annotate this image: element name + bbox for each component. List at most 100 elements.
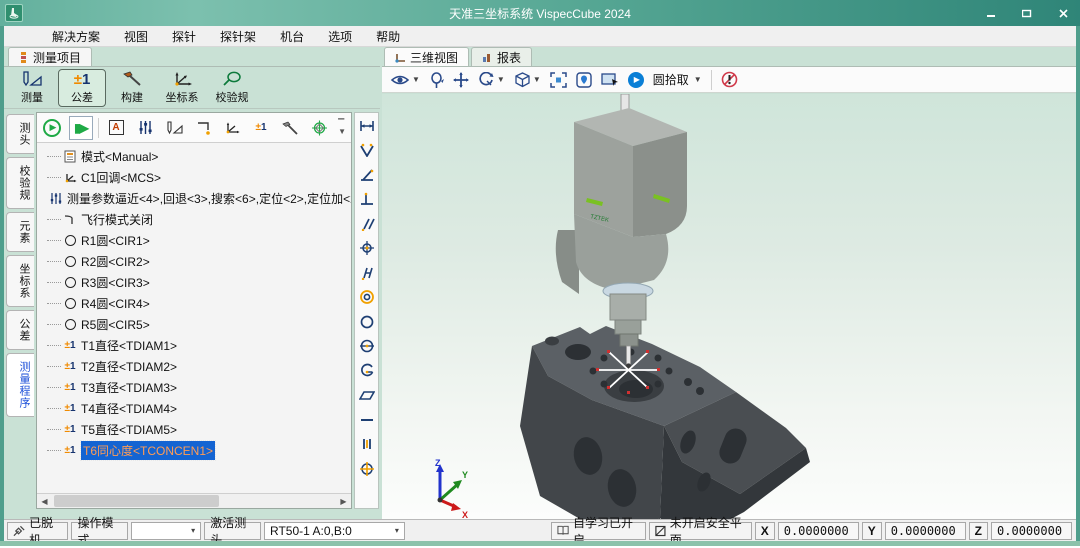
x-axis-label: X: [755, 522, 775, 540]
ribbon-tolerance-button[interactable]: ±1 公差: [58, 69, 106, 107]
tab-3d-view[interactable]: 三维视图: [384, 47, 469, 66]
ribbon-construct-button[interactable]: 构建: [108, 69, 156, 107]
locate-pin-icon[interactable]: [576, 72, 592, 88]
run-program-button[interactable]: ▶: [40, 116, 64, 140]
menu-probe[interactable]: 探针: [160, 26, 208, 47]
ribbon-coordinate-button[interactable]: 坐标系: [158, 69, 206, 107]
pan-icon[interactable]: [453, 72, 469, 88]
concentricity-icon[interactable]: [358, 289, 376, 306]
construct-feature-button[interactable]: [278, 116, 302, 140]
side-tab-coordinate[interactable]: 坐标系: [6, 255, 34, 307]
measurement-project-panel: 测量项目 测量 ±1 公差 构建: [4, 47, 380, 519]
straightness-icon[interactable]: [358, 411, 376, 428]
tree-row[interactable]: 测量参数逼近<4>,回退<3>,搜索<6>,定位<2>,定位加<2>,测: [43, 188, 351, 209]
tree-row[interactable]: R2圆<CIR2>: [43, 251, 351, 272]
window-select-icon[interactable]: [601, 72, 619, 87]
coordinate-feature-button[interactable]: [220, 116, 244, 140]
measure-tool-button[interactable]: [162, 116, 186, 140]
position-icon[interactable]: [358, 240, 376, 257]
window-title: 天准三坐标系统 VispecCube 2024: [0, 5, 1080, 22]
side-tab-program[interactable]: 测量程序: [6, 353, 34, 417]
no-safety-plane-icon: [655, 525, 666, 537]
menu-machine[interactable]: 机台: [268, 26, 316, 47]
fly-icon: [62, 212, 78, 228]
menu-help[interactable]: 帮助: [364, 26, 412, 47]
side-tab-strip: 测头 校验规 元素 坐标系 公差 测量程序: [6, 114, 34, 417]
horizontal-scrollbar[interactable]: ◀ ▶: [37, 493, 351, 508]
project-icon: [19, 52, 29, 63]
tree-row[interactable]: C1回调<MCS>: [43, 167, 351, 188]
triad-y-label: Y: [462, 470, 468, 480]
tolerance-feature-button[interactable]: ±1: [249, 116, 273, 140]
op-mode-select[interactable]: ▾: [131, 522, 201, 540]
step-run-button[interactable]: ▮▶: [69, 116, 93, 140]
y-axis-label: Y: [862, 522, 882, 540]
tree-row[interactable]: ±1T1直径<TDIAM1>: [43, 335, 351, 356]
tab-report[interactable]: 报表: [471, 47, 532, 66]
active-probe-select[interactable]: RT50-1 A:0,B:0▾: [264, 522, 405, 540]
tree-row[interactable]: ±1T3直径<TDIAM3>: [43, 377, 351, 398]
side-tab-gauge[interactable]: 校验规: [6, 157, 34, 209]
tree-row[interactable]: 飞行模式关闭: [43, 209, 351, 230]
menu-options[interactable]: 选项: [316, 26, 364, 47]
true-position-icon[interactable]: [358, 460, 376, 477]
target-align-button[interactable]: [307, 116, 331, 140]
tree-row[interactable]: R1圆<CIR1>: [43, 230, 351, 251]
alarm-disabled-icon[interactable]: [721, 71, 738, 88]
orbit-dropdown[interactable]: ▼: [478, 72, 505, 88]
tree-row[interactable]: R3圆<CIR3>: [43, 272, 351, 293]
side-tab-elements[interactable]: 元素: [6, 212, 34, 252]
minimize-button[interactable]: [980, 4, 1002, 22]
self-learn-status[interactable]: 自学习已开启: [551, 522, 646, 540]
zoom-fit-icon[interactable]: [550, 72, 567, 88]
book-icon: [557, 525, 569, 536]
toolbar-overflow-button[interactable]: ▔▼: [338, 118, 348, 142]
perpendicularity-icon[interactable]: [358, 191, 376, 208]
circularity-icon[interactable]: [358, 313, 376, 330]
side-tab-tolerance[interactable]: 公差: [6, 310, 34, 350]
auto-feature-button[interactable]: A: [104, 116, 128, 140]
tree-row[interactable]: ±1T4直径<TDIAM4>: [43, 398, 351, 419]
angularity-icon[interactable]: [358, 166, 376, 183]
menu-view[interactable]: 视图: [112, 26, 160, 47]
viewport-3d[interactable]: TZTEK: [382, 94, 1076, 519]
view-cube-dropdown[interactable]: ▼: [514, 72, 541, 88]
ribbon-gauge-button[interactable]: 校验规: [208, 69, 256, 107]
tree-row[interactable]: R5圆<CIR5>: [43, 314, 351, 335]
parallel-lines-icon[interactable]: [358, 436, 376, 453]
menu-solution[interactable]: 解决方案: [40, 26, 112, 47]
menu-probe-rack[interactable]: 探针架: [208, 26, 268, 47]
angle-icon[interactable]: [358, 142, 376, 159]
tab-report-label: 报表: [497, 49, 521, 66]
maximize-button[interactable]: [1016, 4, 1038, 22]
close-button[interactable]: [1052, 4, 1074, 22]
main-area: 测量项目 测量 ±1 公差 构建: [4, 47, 1076, 519]
tree-row-selected[interactable]: ±1T6同心度<TCONCEN1>: [43, 440, 351, 461]
measure-params-button[interactable]: [133, 116, 157, 140]
tree-row[interactable]: ±1T5直径<TDIAM5>: [43, 419, 351, 440]
scrollbar-thumb[interactable]: [54, 495, 219, 507]
tab-measurement-project[interactable]: 测量项目: [8, 47, 92, 66]
runout-icon[interactable]: [358, 264, 376, 281]
visibility-dropdown[interactable]: ▼: [390, 73, 420, 87]
corner-feature-button[interactable]: [191, 116, 215, 140]
tree-row[interactable]: R4圆<CIR4>: [43, 293, 351, 314]
tree-row[interactable]: ±1T2直径<TDIAM2>: [43, 356, 351, 377]
flatness-icon[interactable]: [358, 387, 376, 404]
tree-row[interactable]: 模式<Manual>: [43, 146, 351, 167]
safety-plane-status[interactable]: 未开启安全平面: [649, 522, 752, 540]
pick-mode-label: 圆拾取: [653, 71, 689, 88]
side-tab-probe[interactable]: 测头: [6, 114, 34, 154]
rotate-view-icon[interactable]: [429, 72, 444, 88]
ribbon-measure-button[interactable]: 测量: [8, 69, 56, 107]
parallelism-icon[interactable]: [358, 215, 376, 232]
play-pick-icon[interactable]: ▶: [628, 72, 644, 88]
scroll-right-arrow[interactable]: ▶: [336, 494, 351, 508]
scroll-left-arrow[interactable]: ◀: [37, 494, 52, 508]
toolbar-separator: [711, 70, 712, 90]
symmetry-icon[interactable]: [358, 338, 376, 355]
pick-mode-dropdown[interactable]: 圆拾取▼: [653, 71, 702, 88]
tolerance-icon: ±1: [62, 443, 78, 459]
cylindricity-icon[interactable]: [358, 362, 376, 379]
distance-icon[interactable]: [358, 117, 376, 134]
